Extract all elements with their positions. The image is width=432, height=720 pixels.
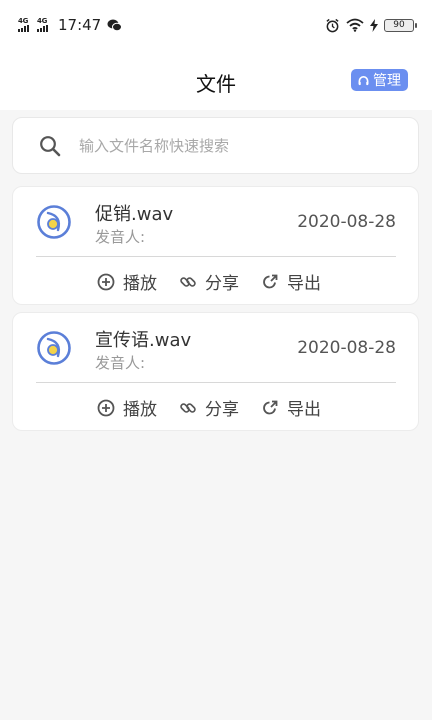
search-icon xyxy=(40,135,61,156)
search-bar[interactable] xyxy=(12,117,419,174)
play-label: 播放 xyxy=(123,274,157,294)
play-button[interactable]: 播放 xyxy=(97,269,157,294)
audio-disc-icon xyxy=(37,205,71,239)
export-label: 导出 xyxy=(287,400,321,420)
export-button[interactable]: 导出 xyxy=(261,395,321,420)
battery-icon: 90 xyxy=(384,18,417,32)
export-button[interactable]: 导出 xyxy=(261,269,321,294)
file-name: 促销.wav xyxy=(95,204,174,225)
headphones-icon xyxy=(358,75,369,85)
wifi-icon xyxy=(346,18,364,32)
alarm-icon xyxy=(326,18,339,32)
play-label: 播放 xyxy=(123,400,157,420)
manage-label: 管理 xyxy=(373,73,401,89)
signal-icon: 4G xyxy=(37,18,48,32)
status-right: 90 xyxy=(325,18,417,33)
file-card[interactable]: 促销.wav 发音人: 2020-08-28 播放 分享 导出 xyxy=(12,186,419,305)
export-arrow-icon xyxy=(263,274,278,288)
link-icon xyxy=(180,276,196,287)
network-type: 4G xyxy=(37,17,48,25)
export-arrow-icon xyxy=(263,400,278,414)
plus-circle-icon xyxy=(97,399,115,416)
divider xyxy=(36,256,396,257)
file-card[interactable]: 宣传语.wav 发音人: 2020-08-28 播放 分享 导出 xyxy=(12,312,419,431)
link-icon xyxy=(180,402,196,413)
speaker-label: 发音人: xyxy=(95,228,146,246)
file-name: 宣传语.wav xyxy=(95,330,192,351)
search-input[interactable] xyxy=(79,136,379,155)
manage-button[interactable]: 管理 xyxy=(351,69,408,91)
status-left: 4G 4G 17:47 xyxy=(18,16,123,34)
share-button[interactable]: 分享 xyxy=(179,395,239,420)
export-label: 导出 xyxy=(287,274,321,294)
status-time: 17:47 xyxy=(58,16,102,34)
battery-level: 90 xyxy=(393,20,405,30)
share-label: 分享 xyxy=(205,400,239,420)
file-actions: 播放 分享 导出 xyxy=(97,269,321,294)
audio-disc-icon xyxy=(37,331,71,365)
share-label: 分享 xyxy=(205,274,239,294)
plus-circle-icon xyxy=(97,273,115,290)
play-button[interactable]: 播放 xyxy=(97,395,157,420)
divider xyxy=(36,382,396,383)
signal-icon: 4G xyxy=(18,18,29,32)
share-button[interactable]: 分享 xyxy=(179,269,239,294)
charging-icon xyxy=(370,18,378,32)
wechat-icon xyxy=(107,19,123,31)
network-type: 4G xyxy=(18,17,29,25)
file-date: 2020-08-28 xyxy=(297,338,396,358)
status-bar: 4G 4G 17:47 90 xyxy=(0,0,432,50)
file-actions: 播放 分享 导出 xyxy=(97,395,321,420)
nav-bar: 文件 管理 xyxy=(0,50,432,110)
speaker-label: 发音人: xyxy=(95,354,146,372)
file-date: 2020-08-28 xyxy=(297,212,396,232)
